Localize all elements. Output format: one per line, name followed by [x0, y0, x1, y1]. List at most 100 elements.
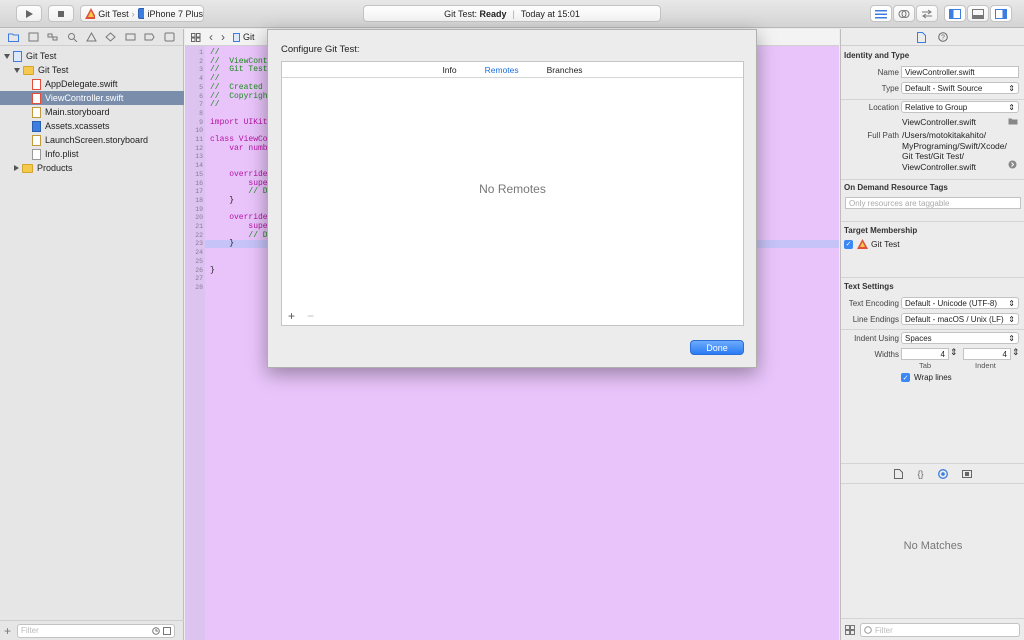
tab-remotes[interactable]: Remotes — [485, 65, 519, 75]
disclosure-triangle[interactable] — [14, 165, 19, 171]
toggle-inspector-button[interactable] — [990, 5, 1012, 22]
code-line: // Created — [210, 82, 263, 92]
toggle-debug-button[interactable] — [967, 5, 989, 22]
jump-bar-project[interactable]: Git — [233, 32, 255, 42]
nav-item-file[interactable]: Info.plist — [0, 147, 184, 161]
nav-item-label: Main.storyboard — [45, 107, 110, 117]
checkbox-checked[interactable]: ✓ — [901, 373, 910, 382]
disclosure-triangle[interactable] — [14, 67, 20, 73]
chevron-updown-icon: ⇕ — [1008, 102, 1015, 112]
location-file: ViewController.swift — [902, 117, 977, 127]
line-number: 2 — [199, 57, 203, 65]
folder-icon[interactable] — [8, 32, 20, 42]
wrap-lines-row[interactable]: ✓ Wrap lines — [901, 373, 952, 382]
folder-reveal-icon[interactable] — [1008, 117, 1018, 125]
line-number: 13 — [195, 153, 203, 161]
clock-icon[interactable] — [152, 626, 160, 635]
line-endings-label: Line Endings — [852, 315, 899, 324]
checkbox-checked[interactable]: ✓ — [844, 239, 853, 249]
media-library-icon[interactable] — [961, 469, 972, 479]
tab-info[interactable]: Info — [442, 65, 456, 75]
add-icon[interactable]: + — [4, 624, 11, 638]
file-template-icon[interactable] — [894, 469, 904, 479]
done-button[interactable]: Done — [690, 340, 744, 355]
line-endings-select[interactable]: Default - macOS / Unix (LF) ⇕ — [901, 313, 1019, 325]
lines-icon — [875, 9, 887, 18]
location-select[interactable]: Relative to Group ⇕ — [901, 101, 1019, 113]
related-items-icon[interactable] — [191, 32, 201, 42]
indent-width-stepper[interactable]: ⇕ — [1012, 347, 1020, 358]
version-editor-button[interactable] — [916, 5, 938, 22]
breakpoint-icon[interactable] — [144, 32, 155, 42]
issue-icon[interactable] — [86, 32, 97, 42]
code-line: override — [210, 169, 268, 179]
code-line: var numb — [210, 143, 268, 153]
scm-filter-icon[interactable] — [163, 626, 172, 635]
tab-width-field[interactable]: 4 — [901, 348, 949, 360]
disclosure-triangle[interactable] — [4, 53, 10, 59]
find-icon[interactable] — [67, 32, 78, 42]
add-remote-button[interactable]: + — [288, 309, 295, 323]
name-field[interactable]: ViewController.swift — [901, 66, 1019, 78]
assistant-editor-button[interactable] — [893, 5, 915, 22]
symbol-icon[interactable] — [47, 32, 58, 42]
nav-item-group[interactable]: Git Test — [0, 63, 184, 77]
remove-remote-button[interactable]: − — [307, 309, 314, 323]
test-icon[interactable] — [105, 32, 117, 42]
help-icon[interactable]: ? — [938, 32, 948, 42]
nav-item-label: Assets.xcassets — [45, 121, 110, 131]
line-number: 25 — [195, 257, 203, 265]
status-project: Git Test: — [444, 8, 477, 19]
scheme-selector[interactable]: Git Test › iPhone 7 Plus — [80, 5, 204, 22]
scheme-device: iPhone 7 Plus — [147, 8, 203, 19]
object-library-icon[interactable] — [937, 469, 948, 479]
report-icon[interactable] — [164, 32, 175, 42]
nav-item-label: Git Test — [26, 51, 57, 61]
nav-item-project[interactable]: Git Test — [0, 49, 184, 63]
indent-using-select[interactable]: Spaces ⇕ — [901, 332, 1019, 344]
nav-item-file[interactable]: Main.storyboard — [0, 105, 184, 119]
stop-button[interactable] — [48, 5, 74, 22]
line-number: 12 — [195, 144, 203, 152]
forward-icon[interactable]: › — [221, 30, 225, 44]
type-select[interactable]: Default - Swift Source ⇕ — [901, 82, 1019, 94]
file-icon[interactable] — [917, 31, 926, 43]
nav-item-file[interactable]: AppDelegate.swift — [0, 77, 184, 91]
debug-icon[interactable] — [125, 32, 136, 42]
scheme-project: Git Test — [98, 8, 129, 19]
swift-file-icon — [32, 78, 41, 90]
navigator-filter-field[interactable]: Filter — [17, 623, 176, 638]
nav-item-label: ViewController.swift — [45, 93, 124, 103]
line-number-gutter: 1 2 3 4 5 6 7 8 9 10 11 12 13 14 15 16 17 18 19 20 21 22 23 24 2… — [185, 46, 205, 640]
toolbar: Git Test › iPhone 7 Plus Git Test: Ready… — [0, 0, 1024, 28]
encoding-label: Text Encoding — [848, 299, 899, 308]
library-filter-field[interactable]: Filter — [860, 623, 1020, 637]
source-control-icon[interactable] — [28, 32, 39, 42]
indent-using-label: Indent Using — [854, 334, 899, 343]
chevron-updown-icon: ⇕ — [1008, 83, 1015, 93]
code-snippet-icon[interactable]: {} — [917, 469, 923, 479]
grid-view-icon[interactable] — [845, 625, 855, 635]
encoding-select[interactable]: Default - Unicode (UTF-8) ⇕ — [901, 297, 1019, 309]
library-empty-label: No Matches — [903, 540, 963, 552]
filter-placeholder: Filter — [21, 626, 39, 635]
status-time: Today at 15:01 — [520, 8, 580, 19]
line-number: 23 — [195, 240, 203, 248]
nav-item-file-selected[interactable]: ViewController.swift — [0, 91, 184, 105]
run-button[interactable] — [16, 5, 42, 22]
nav-item-file[interactable]: Assets.xcassets — [0, 119, 184, 133]
type-label: Type — [881, 84, 899, 93]
line-number: 27 — [195, 275, 203, 283]
standard-editor-button[interactable] — [870, 5, 892, 22]
reveal-arrow-icon[interactable] — [1008, 160, 1017, 169]
toggle-navigator-button[interactable] — [944, 5, 966, 22]
tab-branches[interactable]: Branches — [547, 65, 583, 75]
nav-item-file[interactable]: LaunchScreen.storyboard — [0, 133, 184, 147]
tab-width-stepper[interactable]: ⇕ — [950, 347, 958, 358]
navigator-filter-bar: + Filter — [0, 620, 184, 640]
nav-item-group[interactable]: Products — [0, 161, 184, 175]
back-icon[interactable]: ‹ — [209, 30, 213, 44]
odr-tags-field[interactable]: Only resources are taggable — [845, 197, 1021, 209]
indent-width-field[interactable]: 4 — [963, 348, 1011, 360]
target-row[interactable]: ✓ Git Test — [844, 239, 900, 249]
